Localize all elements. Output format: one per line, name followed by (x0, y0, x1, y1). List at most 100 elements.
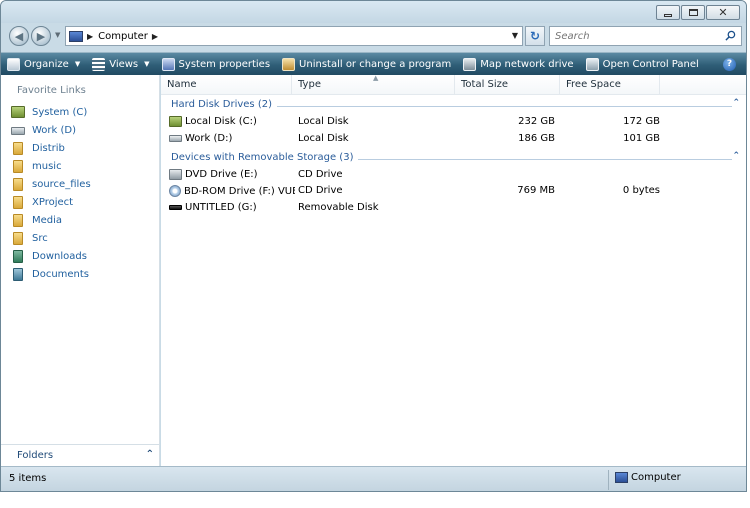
folder-icon (13, 195, 23, 209)
address-bar[interactable]: ▶ Computer ▶ ▼ (65, 26, 523, 46)
row-name: DVD Drive (E:) (169, 169, 295, 180)
bd-rom-icon (169, 185, 181, 197)
sidebar-item-src[interactable]: Src (11, 229, 91, 247)
search-icon[interactable] (725, 30, 736, 41)
title-bar[interactable]: ✕ (1, 1, 746, 23)
table-row[interactable]: BD-ROM Drive (F:) VUE... CD Drive 769 MB… (161, 183, 746, 200)
refresh-icon: ↻ (529, 29, 541, 43)
command-bar: Organize ▼ Views ▼ System properties Uni… (1, 52, 746, 75)
row-total-size: 186 GB (518, 133, 555, 144)
refresh-button[interactable]: ↻ (525, 26, 545, 46)
sidebar-item-source-files[interactable]: source_files (11, 175, 91, 193)
sidebar-item-distrib[interactable]: Distrib (11, 139, 91, 157)
chevron-up-icon[interactable]: ⌃ (732, 98, 740, 108)
group-label: Hard Disk Drives (2) (171, 99, 277, 110)
group-header-hard-disk-drives[interactable]: Hard Disk Drives (2) ⌃ (161, 98, 746, 112)
navigation-row: ◀ ▶ ▼ ▶ Computer ▶ ▼ ↻ (1, 23, 746, 51)
navigation-pane: Favorite Links System (C) Work (D) Distr… (1, 75, 160, 466)
uninstall-program-label: Uninstall or change a program (299, 58, 452, 70)
help-button[interactable]: ? (723, 57, 736, 71)
column-header-free-space[interactable]: Free Space (560, 75, 660, 94)
sidebar-item-xproject[interactable]: XProject (11, 193, 91, 211)
system-properties-label: System properties (178, 58, 271, 70)
row-name: BD-ROM Drive (F:) VUE... (169, 185, 295, 197)
back-button[interactable]: ◀ (9, 26, 29, 46)
views-label: Views (109, 58, 139, 70)
row-free-space: 101 GB (623, 133, 660, 144)
drive-icon (11, 127, 25, 135)
arrow-right-icon: ▶ (36, 29, 46, 43)
status-location: Computer (615, 472, 681, 483)
sidebar-item-work-d[interactable]: Work (D) (11, 121, 91, 139)
sidebar-item-media[interactable]: Media (11, 211, 91, 229)
column-header-filler (660, 75, 746, 94)
chevron-down-icon: ▼ (144, 60, 150, 68)
minimize-icon (664, 13, 672, 17)
breadcrumb-separator-icon[interactable]: ▶ (87, 32, 93, 41)
row-type: Removable Disk (298, 202, 379, 213)
favorite-links-list: System (C) Work (D) Distrib music source… (11, 103, 91, 283)
table-row[interactable]: Local Disk (C:) Local Disk 232 GB 172 GB (161, 114, 746, 131)
breadcrumb-separator-icon[interactable]: ▶ (152, 32, 158, 41)
table-row[interactable]: Work (D:) Local Disk 186 GB 101 GB (161, 131, 746, 148)
column-headers: Name Type ▲ Total Size Free Space (161, 74, 746, 95)
column-header-name[interactable]: Name (161, 75, 292, 94)
column-header-total-size[interactable]: Total Size (455, 75, 560, 94)
status-location-label: Computer (631, 472, 681, 483)
sidebar-item-label: XProject (32, 196, 74, 208)
table-row[interactable]: DVD Drive (E:) CD Drive (161, 167, 746, 184)
row-name-text: UNTITLED (G:) (185, 202, 257, 213)
uninstall-program-icon (282, 57, 296, 71)
file-list-pane: Name Type ▲ Total Size Free Space Hard D… (161, 74, 746, 466)
sidebar-item-system-c[interactable]: System (C) (11, 103, 91, 121)
arrow-left-icon: ◀ (14, 29, 24, 43)
sidebar-item-label: Src (32, 232, 48, 244)
row-name-text: Work (D:) (185, 133, 233, 144)
documents-icon (13, 267, 23, 281)
map-network-drive-button[interactable]: Map network drive (457, 53, 579, 75)
sidebar-item-downloads[interactable]: Downloads (11, 247, 91, 265)
open-control-panel-button[interactable]: Open Control Panel (580, 53, 705, 75)
maximize-button[interactable] (681, 5, 705, 20)
usb-drive-icon (169, 205, 182, 210)
sidebar-item-label: source_files (32, 178, 91, 190)
system-properties-button[interactable]: System properties (156, 53, 277, 75)
organize-label: Organize (24, 58, 69, 70)
row-name-text: Local Disk (C:) (185, 116, 257, 127)
row-type: Local Disk (298, 116, 349, 127)
sidebar-item-music[interactable]: music (11, 157, 91, 175)
address-dropdown-icon[interactable]: ▼ (512, 31, 518, 40)
folder-icon (13, 213, 23, 227)
sidebar-item-documents[interactable]: Documents (11, 265, 91, 283)
system-properties-icon (161, 57, 175, 71)
forward-button[interactable]: ▶ (31, 26, 51, 46)
column-header-type-label: Type (298, 79, 321, 90)
folder-icon (13, 141, 23, 155)
close-icon: ✕ (718, 6, 728, 19)
control-panel-icon (585, 57, 599, 71)
organize-button[interactable]: Organize ▼ (1, 53, 86, 75)
row-type: CD Drive (298, 169, 343, 180)
uninstall-program-button[interactable]: Uninstall or change a program (276, 53, 457, 75)
views-button[interactable]: Views ▼ (86, 53, 155, 75)
table-row[interactable]: UNTITLED (G:) Removable Disk (161, 200, 746, 217)
row-name: Work (D:) (169, 133, 295, 144)
computer-icon (615, 472, 628, 483)
group-header-removable-storage[interactable]: Devices with Removable Storage (3) ⌃ (161, 151, 746, 165)
minimize-button[interactable] (656, 5, 680, 20)
breadcrumb-computer[interactable]: Computer (98, 31, 148, 42)
sidebar-item-label: music (32, 160, 62, 172)
status-divider (608, 470, 609, 490)
column-header-type[interactable]: Type ▲ (292, 74, 455, 94)
sidebar-item-label: Downloads (32, 250, 87, 262)
chevron-up-icon[interactable]: ⌃ (732, 151, 740, 161)
recent-pages-dropdown[interactable]: ▼ (55, 31, 60, 39)
search-input[interactable] (555, 30, 715, 42)
open-control-panel-label: Open Control Panel (602, 58, 699, 70)
row-name-text: BD-ROM Drive (F:) VUE... (184, 185, 295, 197)
system-drive-icon (11, 106, 25, 118)
row-type: Local Disk (298, 133, 349, 144)
folders-toggle[interactable]: Folders ⌃ (1, 444, 160, 466)
favorite-links-title: Favorite Links (17, 85, 86, 96)
close-button[interactable]: ✕ (706, 5, 740, 20)
